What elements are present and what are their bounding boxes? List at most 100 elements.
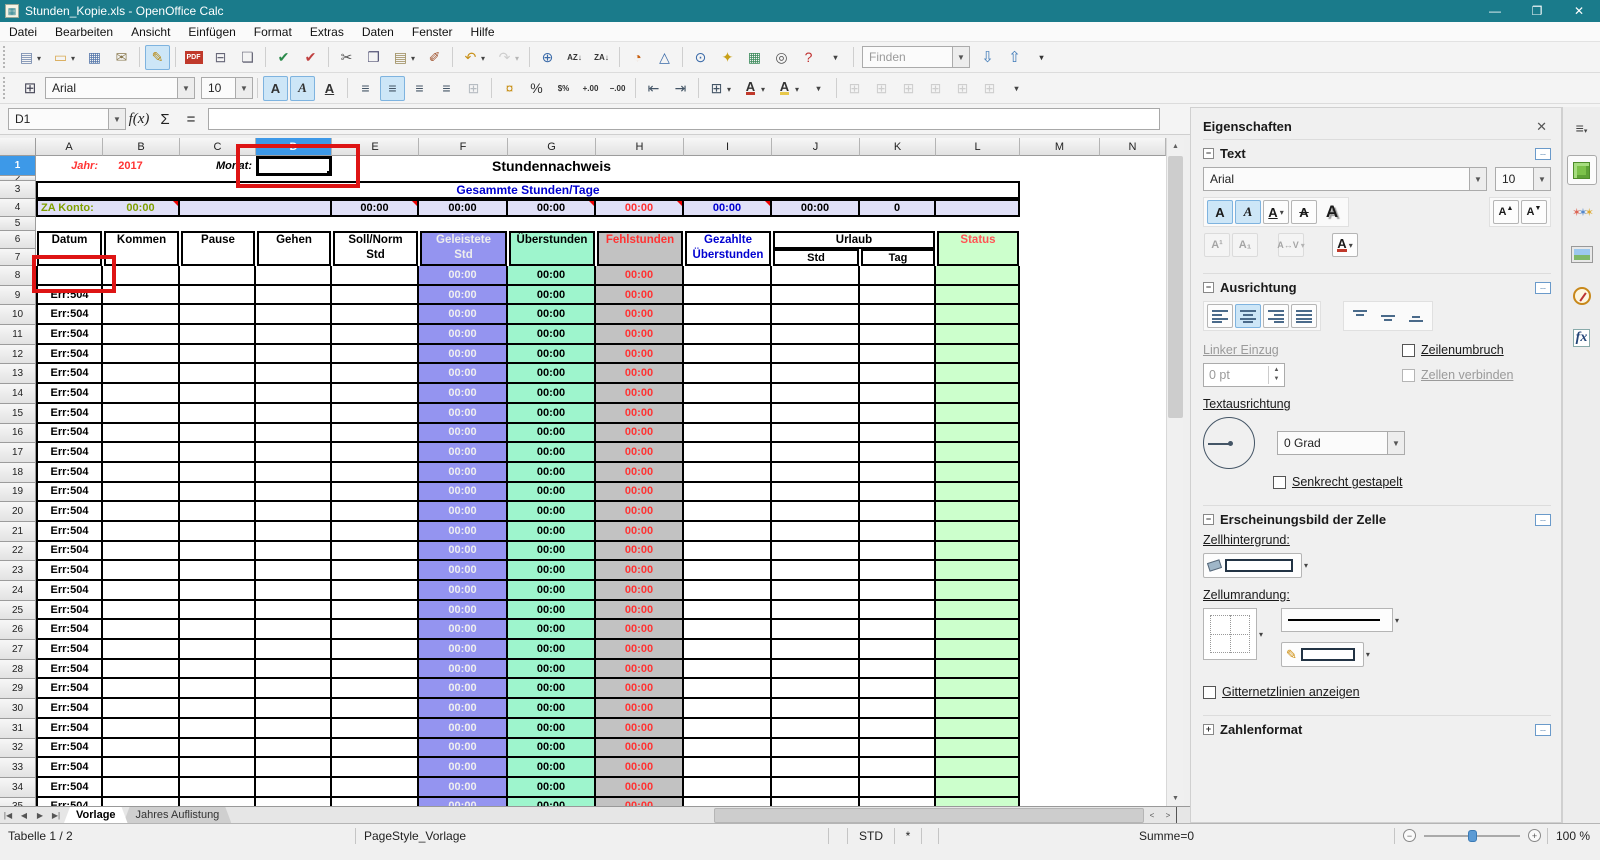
cell-L24[interactable] [936, 581, 1020, 601]
cell-I11[interactable] [684, 325, 772, 345]
cell-E18[interactable] [332, 463, 419, 483]
cell-L27[interactable] [936, 640, 1020, 660]
cell-J35[interactable] [772, 798, 860, 806]
cell-E34[interactable] [332, 778, 419, 798]
cell-J24[interactable] [772, 581, 860, 601]
row-header-8[interactable]: 8 [0, 266, 36, 286]
cell-F30[interactable]: 00:00 [419, 699, 508, 719]
delete-decimal-button[interactable]: −.00 [605, 76, 630, 101]
cell-K22[interactable] [860, 542, 936, 562]
column-header-K[interactable]: K [860, 138, 936, 156]
cell-I24[interactable] [684, 581, 772, 601]
standard-format-button[interactable]: $% [551, 76, 576, 101]
column-header-status[interactable]: Status [937, 231, 1019, 266]
scroll-left-icon[interactable]: < [1144, 807, 1160, 823]
auto-spellcheck-button[interactable]: ✔ [298, 45, 323, 70]
sidebar-menu-icon[interactable]: ≡▾ [1567, 113, 1597, 143]
page-preview-button[interactable]: ❏ [235, 45, 260, 70]
insert-chart-button[interactable]: ◔ [625, 45, 650, 70]
cell-H35[interactable]: 00:00 [596, 798, 684, 806]
cell-D15[interactable] [256, 404, 332, 424]
cell-K10[interactable] [860, 305, 936, 325]
row-header-15[interactable]: 15 [0, 404, 36, 424]
cell-B17[interactable] [103, 443, 180, 463]
cell-C27[interactable] [180, 640, 256, 660]
cell-C4[interactable] [180, 199, 256, 217]
more-options-icon[interactable]: … [1535, 514, 1551, 526]
menu-datei[interactable]: Datei [0, 23, 46, 41]
sheet-title[interactable]: Stundennachweis [419, 156, 684, 176]
column-header-urlaub-std[interactable]: Std [773, 249, 859, 266]
cell-E25[interactable] [332, 601, 419, 621]
draw-functions-button[interactable]: △ [652, 45, 677, 70]
cell-D21[interactable] [256, 522, 332, 542]
cell-J31[interactable] [772, 719, 860, 739]
cell-G26[interactable]: 00:00 [508, 620, 596, 640]
cell-D32[interactable] [256, 739, 332, 759]
cell-G29[interactable]: 00:00 [508, 679, 596, 699]
cell-K15[interactable] [860, 404, 936, 424]
cell-L31[interactable] [936, 719, 1020, 739]
cell-L21[interactable] [936, 522, 1020, 542]
scroll-up-icon[interactable]: ▲ [1167, 138, 1184, 154]
cell-D23[interactable] [256, 561, 332, 581]
row-header-21[interactable]: 21 [0, 522, 36, 542]
toolbar-overflow-button[interactable]: ▾ [1004, 76, 1029, 101]
border-picker[interactable] [1203, 608, 1257, 660]
cell-G11[interactable]: 00:00 [508, 325, 596, 345]
row-header-34[interactable]: 34 [0, 778, 36, 798]
row-header-17[interactable]: 17 [0, 443, 36, 463]
row-header-16[interactable]: 16 [0, 424, 36, 444]
cell-G28[interactable]: 00:00 [508, 660, 596, 680]
cell-K20[interactable] [860, 502, 936, 522]
cell-H18[interactable]: 00:00 [596, 463, 684, 483]
find-toolbar-input[interactable]: Finden ▼ [862, 46, 970, 68]
selected-cell-D1[interactable] [256, 156, 332, 176]
cell-D24[interactable] [256, 581, 332, 601]
cell-I34[interactable] [684, 778, 772, 798]
cell-G9[interactable]: 00:00 [508, 286, 596, 306]
navigator-button[interactable]: ✦ [715, 45, 740, 70]
cell-A24[interactable]: Err:504 [36, 581, 103, 601]
align-top-button[interactable] [1347, 304, 1373, 328]
row-header-18[interactable]: 18 [0, 463, 36, 483]
cell-L8[interactable] [936, 266, 1020, 286]
cell-B15[interactable] [103, 404, 180, 424]
cell-B31[interactable] [103, 719, 180, 739]
find-next-button[interactable]: ⇩ [975, 45, 1000, 70]
cell-J12[interactable] [772, 345, 860, 365]
cell-F35[interactable]: 00:00 [419, 798, 508, 806]
column-header-L[interactable]: L [936, 138, 1020, 156]
cell-E29[interactable] [332, 679, 419, 699]
cell-C20[interactable] [180, 502, 256, 522]
cell-L4[interactable] [936, 199, 1020, 217]
cell-G33[interactable]: 00:00 [508, 758, 596, 778]
column-header-D[interactable]: D [256, 138, 332, 156]
sidebar-font-color-button[interactable]: A▾ [1332, 233, 1358, 257]
cell-L28[interactable] [936, 660, 1020, 680]
print-button[interactable]: ⊟ [208, 45, 233, 70]
align-bottom-button[interactable] [1403, 304, 1429, 328]
cell-E16[interactable] [332, 424, 419, 444]
scroll-right-icon[interactable]: > [1160, 807, 1176, 823]
cell-L10[interactable] [936, 305, 1020, 325]
cell-H30[interactable]: 00:00 [596, 699, 684, 719]
chevron-down-icon[interactable]: ▼ [952, 47, 969, 67]
cell-C26[interactable] [180, 620, 256, 640]
font-name-combo[interactable]: Arial ▼ [45, 77, 195, 99]
sheet-tab-vorlage[interactable]: Vorlage [64, 807, 128, 823]
cell-C19[interactable] [180, 483, 256, 503]
sidebar-font-name-combo[interactable]: Arial ▼ [1203, 167, 1487, 191]
cell-K27[interactable] [860, 640, 936, 660]
cell-A31[interactable]: Err:504 [36, 719, 103, 739]
toolbar-overflow-button[interactable]: ▾ [823, 45, 848, 70]
row-header-3[interactable]: 3 [0, 181, 36, 199]
column-header-B[interactable]: B [103, 138, 180, 156]
row-header-1[interactable]: 1 [0, 156, 36, 176]
column-header-H[interactable]: H [596, 138, 684, 156]
character-spacing-button[interactable]: A↔V▾ [1278, 233, 1304, 257]
cell-E12[interactable] [332, 345, 419, 365]
cell-F8[interactable]: 00:00 [419, 266, 508, 286]
cell-K21[interactable] [860, 522, 936, 542]
cell-F18[interactable]: 00:00 [419, 463, 508, 483]
